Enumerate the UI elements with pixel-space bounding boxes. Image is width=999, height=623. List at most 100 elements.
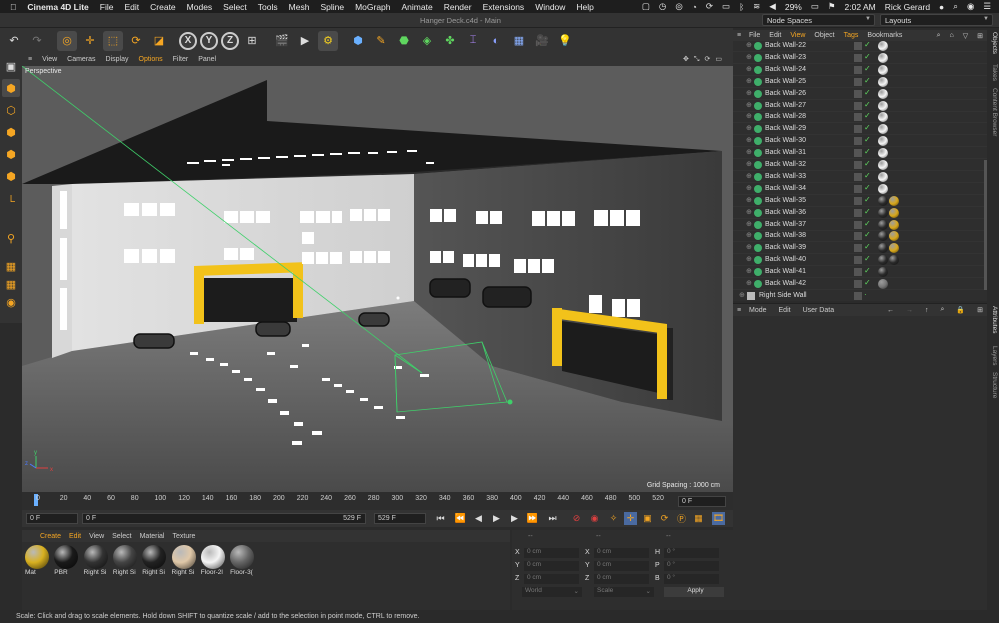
tweak-mode-icon[interactable]: ⚲ xyxy=(2,229,20,247)
object-menu-bookmarks[interactable]: Bookmarks xyxy=(867,32,902,39)
object-row[interactable]: ⊕ Back Wall-25 ✓ xyxy=(733,76,987,88)
object-row[interactable]: ⊕ Back Wall-41 ✓ xyxy=(733,266,987,279)
tab-layers[interactable]: Layers xyxy=(991,346,998,366)
menu-spline[interactable]: Spline xyxy=(320,2,344,12)
coordinate-value-field[interactable]: 0 cm xyxy=(594,561,649,571)
material-tag-icon[interactable] xyxy=(889,243,899,254)
viewport-nav-icons[interactable]: ✥⤡⟳▭ xyxy=(683,55,733,64)
expand-icon[interactable]: ⊕ xyxy=(746,196,752,204)
snap-icon[interactable]: ▦ xyxy=(2,257,20,275)
viewport-menu-filter[interactable]: Filter xyxy=(173,56,189,63)
enabled-check-icon[interactable]: ✓ xyxy=(864,171,871,180)
object-filter-icon[interactable]: ▽ xyxy=(963,32,968,40)
material-tag-icon[interactable] xyxy=(878,148,888,159)
coordinate-value-field[interactable]: 0 ° xyxy=(664,561,719,571)
layer-icon[interactable] xyxy=(854,280,862,288)
position-key-icon[interactable]: ✛ xyxy=(624,512,637,525)
menu-animate[interactable]: Animate xyxy=(402,2,433,12)
object-menu-file[interactable]: File xyxy=(749,32,760,39)
material-tag-icon[interactable] xyxy=(889,195,899,206)
search-icon[interactable]: ⌕ xyxy=(953,1,958,12)
parameter-key-icon[interactable]: Ⓟ xyxy=(675,512,688,525)
menu-render[interactable]: Render xyxy=(444,2,472,12)
enabled-check-icon[interactable]: ✓ xyxy=(864,100,871,109)
layer-icon[interactable] xyxy=(854,53,862,62)
attribute-lock-icon[interactable]: 🔒 xyxy=(956,306,965,314)
object-row[interactable]: ⊕ Back Wall-34 ✓ xyxy=(733,183,987,195)
layer-icon[interactable] xyxy=(854,149,862,158)
enabled-check-icon[interactable]: ✓ xyxy=(864,76,871,85)
expand-icon[interactable]: ⊕ xyxy=(746,220,752,228)
object-row[interactable]: ⊕ Back Wall-22 ✓ xyxy=(733,41,987,52)
object-menu-tags[interactable]: Tags xyxy=(844,32,859,39)
deformer-icon[interactable]: ⌶ xyxy=(463,31,483,51)
current-frame-field[interactable]: 0 F xyxy=(678,496,726,507)
material-swatch[interactable]: Right Si xyxy=(142,545,168,576)
tab-content-browser[interactable]: Content Browser xyxy=(991,88,998,136)
enabled-check-icon[interactable]: ✓ xyxy=(864,159,871,168)
material-tag-icon[interactable] xyxy=(878,219,888,230)
menu-mesh[interactable]: Mesh xyxy=(289,2,310,12)
material-swatch[interactable]: Right Si xyxy=(171,545,198,576)
timeline-ruler[interactable]: 0 20 40 60 80 100 120 140 160 180 200 220 240 260 280 3… xyxy=(22,492,733,510)
object-row[interactable]: ⊕ Back Wall-39 ✓ xyxy=(733,242,987,255)
enabled-check-icon[interactable]: ✓ xyxy=(864,219,871,228)
undo-icon[interactable]: ↶ xyxy=(4,31,24,51)
perspective-viewport[interactable]: y x z Perspective Grid Spacing : 1000 cm xyxy=(22,66,733,492)
point-level-icon[interactable]: ▦ xyxy=(692,512,705,525)
expand-icon[interactable]: ⊕ xyxy=(746,53,752,61)
scale-key-icon[interactable]: ▣ xyxy=(641,512,654,525)
airplay-icon[interactable]: ▭ xyxy=(722,1,730,12)
layer-icon[interactable] xyxy=(854,232,862,241)
rotation-key-icon[interactable]: ⟳ xyxy=(658,512,671,525)
expand-icon[interactable]: ⊕ xyxy=(746,101,752,109)
object-row[interactable]: ⊕ Back Wall-33 ✓ xyxy=(733,171,987,183)
make-editable-icon[interactable]: ▣ xyxy=(2,57,20,75)
tab-takes[interactable]: Takes xyxy=(991,64,998,81)
node-spaces-dropdown[interactable]: Node Spaces ▼ xyxy=(762,14,875,26)
keyframe-selection-icon[interactable]: ✧ xyxy=(607,512,620,525)
object-row[interactable]: ⊕ Back Wall-23 ✓ xyxy=(733,52,987,64)
expand-icon[interactable]: ⊕ xyxy=(746,112,752,120)
floor-environment-icon[interactable]: ▦ xyxy=(509,31,529,51)
apply-button[interactable]: Apply xyxy=(664,587,724,597)
light-icon[interactable]: 💡 xyxy=(555,31,575,51)
enabled-check-icon[interactable]: ✓ xyxy=(864,254,871,263)
menu-select[interactable]: Select xyxy=(223,2,247,12)
enabled-check-icon[interactable]: ✓ xyxy=(864,147,871,156)
object-row[interactable]: ⊕ Right Side Wall · xyxy=(733,290,987,301)
expand-icon[interactable]: ⊕ xyxy=(746,160,752,168)
attribute-menu-icon[interactable]: ≡ xyxy=(737,307,741,314)
object-home-icon[interactable]: ⌂ xyxy=(950,32,954,39)
status-icon-1[interactable]: ▢ xyxy=(642,1,650,12)
material-swatch[interactable]: PBR xyxy=(54,545,80,576)
material-tag-icon[interactable] xyxy=(878,136,888,147)
coordinate-value-field[interactable]: 0 cm xyxy=(594,574,649,584)
material-swatch[interactable]: Right Si xyxy=(83,545,110,576)
material-menu-edit[interactable]: Edit xyxy=(69,533,81,540)
tab-attributes[interactable]: Attributes xyxy=(991,306,998,333)
menu-modes[interactable]: Modes xyxy=(187,2,213,12)
material-tag-icon[interactable] xyxy=(878,243,888,254)
material-tag-icon[interactable] xyxy=(878,41,888,51)
play-icon[interactable]: ▶ xyxy=(490,512,503,525)
expand-icon[interactable]: ⊕ xyxy=(746,148,752,156)
mograph-cloner-icon[interactable]: ✤ xyxy=(440,31,460,51)
coordinate-value-field[interactable]: 0 cm xyxy=(524,561,579,571)
layer-icon[interactable] xyxy=(854,172,862,181)
apple-menu-icon[interactable]:  xyxy=(10,2,16,12)
enabled-check-icon[interactable]: ✓ xyxy=(864,88,871,97)
material-swatch[interactable]: Right Si xyxy=(112,545,139,576)
material-swatch[interactable]: Mat xyxy=(25,545,51,576)
menu-file[interactable]: File xyxy=(100,2,114,12)
object-row[interactable]: ⊕ Back Wall-24 ✓ xyxy=(733,64,987,76)
object-row[interactable]: ⊕ Back Wall-40 ✓ xyxy=(733,254,987,267)
coordinate-system-icon[interactable]: ⊞ xyxy=(242,31,262,51)
expand-icon[interactable]: ⊕ xyxy=(746,267,752,275)
subdivision-surface-icon[interactable]: ⬣ xyxy=(394,31,414,51)
enabled-check-icon[interactable]: ✓ xyxy=(864,195,871,204)
layer-icon[interactable] xyxy=(854,256,862,265)
y-axis-lock-icon[interactable]: Y xyxy=(200,31,218,50)
material-menu-material[interactable]: Material xyxy=(140,533,165,540)
material-tag-icon[interactable] xyxy=(878,124,888,135)
